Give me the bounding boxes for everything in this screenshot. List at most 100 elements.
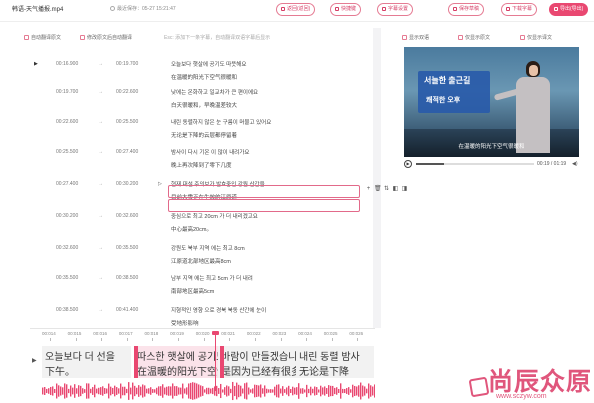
- waveform-bar: [56, 383, 58, 399]
- save-icon: [453, 6, 457, 11]
- waveform-bar: [288, 385, 290, 397]
- timeline-tick-mark: [306, 338, 308, 341]
- row-end-time[interactable]: 00:38.500: [116, 275, 138, 281]
- split-left-icon[interactable]: ◧: [392, 186, 399, 193]
- waveform-bar: [184, 388, 186, 394]
- row-start-time[interactable]: 00:35.500: [56, 275, 78, 281]
- download-subtitles-button[interactable]: 下载字幕: [501, 3, 538, 16]
- back-button[interactable]: 返回(返回): [276, 3, 316, 16]
- waveform-bar: [226, 385, 228, 397]
- waveform-bar: [252, 388, 254, 394]
- row-preview-play-icon[interactable]: ▷: [158, 181, 162, 187]
- row-original-text[interactable]: 강원도 북부 지역 에는 최고 8cm: [171, 244, 245, 252]
- row-start-time[interactable]: 00:32.600: [56, 245, 78, 251]
- timeline-clip[interactable]: 오늘보다 더 선을 下午。: [42, 346, 132, 378]
- timeline-tick-label: 00:017: [118, 331, 133, 336]
- clip-boundary-handle[interactable]: [220, 346, 224, 378]
- waveform-bar: [294, 387, 296, 395]
- waveform-bar: [118, 388, 120, 394]
- waveform-bar: [262, 388, 264, 394]
- row-start-time[interactable]: 00:25.500: [56, 149, 78, 155]
- row-translation-text[interactable]: 晚上再次降到了零下几度: [171, 161, 232, 169]
- row-translation-text[interactable]: 江原道北部地区最高8cm: [171, 257, 231, 265]
- waveform-bar: [320, 385, 322, 397]
- waveform-bar: [204, 389, 206, 393]
- play-icon[interactable]: ▶: [404, 160, 412, 168]
- radio-icon: [458, 35, 463, 40]
- waveform-bar: [66, 384, 68, 398]
- row-start-time[interactable]: 00:27.400: [56, 181, 78, 187]
- row-start-time[interactable]: 00:38.500: [56, 307, 78, 313]
- row-original-text[interactable]: 밤사이 다시 기온 이 많이 내려가요: [171, 148, 249, 156]
- shortcuts-button[interactable]: 快捷键: [330, 3, 362, 16]
- row-original-text[interactable]: 내린 동렬하지 않은 눈 구름이 머물고 있어요: [171, 118, 271, 126]
- subtitle-row[interactable]: 00:19.700 → 00:22.600 낮에는 온화하고 일교차가 큰 편이에요 白…: [34, 88, 374, 114]
- subtitle-row[interactable]: 00:30.200 → 00:32.600 중심으로 최고 20cm 가 더 내리겠고…: [34, 212, 374, 238]
- subtitle-row[interactable]: 00:22.600 → 00:25.500 내린 동렬하지 않은 눈 구름이 머물고 …: [34, 118, 374, 144]
- row-translation-text[interactable]: 无论是下降的云层都停留着: [171, 131, 237, 139]
- waveform-bar: [242, 388, 244, 394]
- row-translation-text[interactable]: 南部地区最高5cm: [171, 287, 214, 295]
- timeline-tick-mark: [75, 338, 77, 341]
- row-translation-text[interactable]: 白天很暖和，早晚温差较大: [171, 101, 237, 109]
- waveform-bar: [172, 383, 174, 399]
- timeline-play-icon[interactable]: ▶: [32, 357, 37, 364]
- row-translation-text[interactable]: 受地形影响: [171, 319, 199, 327]
- playhead[interactable]: [212, 331, 219, 391]
- subtitle-settings-button[interactable]: 字幕设置: [377, 3, 414, 16]
- timeline-tick-mark: [152, 338, 154, 341]
- row-start-time[interactable]: 00:19.700: [56, 89, 78, 95]
- row-end-time[interactable]: 00:19.700: [116, 61, 138, 67]
- tab-bilingual[interactable]: 显示双语: [402, 34, 429, 41]
- subtitle-row[interactable]: 00:35.500 → 00:38.500 남부 지역 에는 최고 5cm 가 더 내…: [34, 274, 374, 300]
- timeline-clip[interactable]: 내린 동렬 밤사 无论是下降: [296, 346, 375, 378]
- clip-boundary-handle[interactable]: [134, 346, 138, 378]
- video-progress-bar[interactable]: [416, 163, 534, 165]
- retranslate-checkbox[interactable]: 修改原文后自动翻译: [80, 34, 132, 41]
- active-original-field[interactable]: [168, 185, 360, 198]
- list-scrollbar[interactable]: [373, 28, 381, 328]
- subtitle-row[interactable]: 00:25.500 → 00:27.400 밤사이 다시 기온 이 많이 내려가요 晚上…: [34, 148, 374, 174]
- export-button[interactable]: 导出(导出): [549, 3, 589, 16]
- volume-icon[interactable]: ◀): [572, 161, 578, 167]
- split-right-icon[interactable]: ◨: [401, 186, 408, 193]
- row-end-time[interactable]: 00:30.200: [116, 181, 138, 187]
- timeline-clip[interactable]: 바람이 만들겠습니다 是因为已经有很多雪: [218, 346, 302, 378]
- row-original-text[interactable]: 오늘보다 햇살에 공기도 따뜻해요: [171, 60, 246, 68]
- row-end-time[interactable]: 00:35.500: [116, 245, 138, 251]
- timeline-clip[interactable]: 따스한 햇살에 공기도 在温暖的阳光下空气: [134, 346, 224, 378]
- waveform-bar: [70, 385, 72, 397]
- row-original-text[interactable]: 남부 지역 에는 최고 5cm 가 더 내려: [171, 274, 253, 282]
- playhead-knob[interactable]: [212, 331, 219, 335]
- row-end-time[interactable]: 00:32.600: [116, 213, 138, 219]
- auto-translate-checkbox[interactable]: 自动翻译原文: [24, 34, 61, 41]
- waveform-bar: [356, 386, 358, 396]
- subtitle-row[interactable]: 00:32.600 → 00:35.500 강원도 북부 지역 에는 최고 8cm 江原…: [34, 244, 374, 270]
- row-end-time[interactable]: 00:27.400: [116, 149, 138, 155]
- timeline-ruler[interactable]: 00:014 00:015 00:016 00:017 00:018 00:019 00:0…: [42, 331, 375, 341]
- delete-row-icon[interactable]: 🗑: [374, 186, 382, 193]
- video-preview[interactable]: 서늘한 출근길 쾌적한 오후 在温暖的阳光下空气很暖和: [404, 47, 579, 157]
- waveform-bar: [208, 387, 210, 395]
- audio-waveform[interactable]: [42, 380, 375, 402]
- row-start-time[interactable]: 00:22.600: [56, 119, 78, 125]
- row-end-time[interactable]: 00:22.600: [116, 89, 138, 95]
- row-translation-text[interactable]: 中心最高20cm。: [171, 225, 212, 233]
- tab-original-only[interactable]: 仅显示原文: [458, 34, 490, 41]
- save-draft-button[interactable]: 保存草稿: [448, 3, 485, 16]
- add-row-icon[interactable]: +: [365, 186, 372, 193]
- row-start-time[interactable]: 00:16.900: [56, 61, 78, 67]
- subtitle-row[interactable]: ▶ 00:16.900 → 00:19.700 오늘보다 햇살에 공기도 따뜻해요 在温暖…: [34, 60, 374, 86]
- row-original-text[interactable]: 중심으로 최고 20cm 가 더 내리겠고요: [171, 212, 258, 220]
- merge-row-icon[interactable]: ⇅: [383, 186, 390, 193]
- row-start-time[interactable]: 00:30.200: [56, 213, 78, 219]
- row-translation-text[interactable]: 在温暖的阳光下空气很暖和: [171, 73, 237, 81]
- row-original-text[interactable]: 낮에는 온화하고 일교차가 큰 편이에요: [171, 88, 258, 96]
- row-end-time[interactable]: 00:25.500: [116, 119, 138, 125]
- row-play-icon[interactable]: ▶: [34, 61, 39, 67]
- row-end-time[interactable]: 00:41.400: [116, 307, 138, 313]
- row-original-text[interactable]: 지형적인 영향 으로 경북 북동 산간에 눈이: [171, 306, 266, 314]
- active-translation-field[interactable]: [168, 199, 360, 212]
- tab-translation-only[interactable]: 仅显示译文: [520, 34, 552, 41]
- video-progress-fill: [416, 163, 445, 165]
